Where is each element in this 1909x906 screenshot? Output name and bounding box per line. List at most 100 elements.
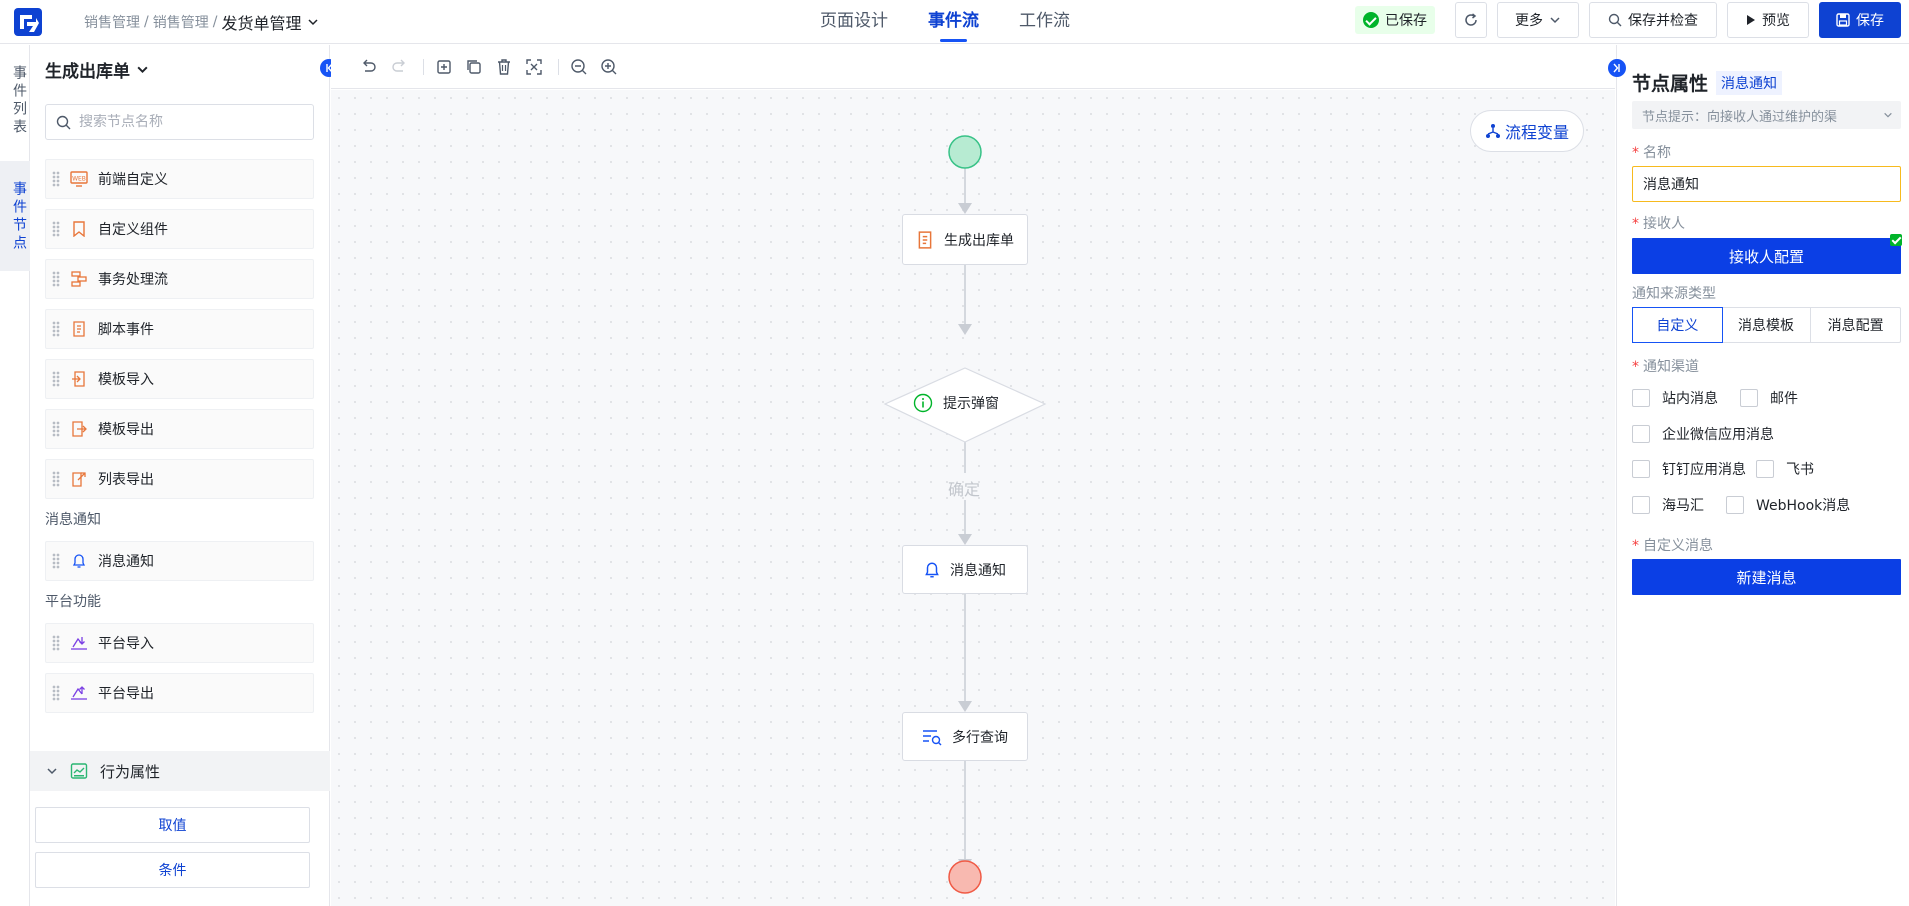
drag-handle-icon[interactable] bbox=[52, 321, 60, 337]
vtab-event-list[interactable]: 事件列表 bbox=[0, 45, 30, 155]
edge-label-confirm[interactable]: 确定 bbox=[948, 476, 980, 500]
undo-icon[interactable] bbox=[359, 57, 379, 77]
chevron-down-icon[interactable] bbox=[307, 16, 319, 28]
node-item-platform-export[interactable]: 平台导出 bbox=[45, 673, 314, 713]
source-type-custom[interactable]: 自定义 bbox=[1632, 307, 1723, 343]
add-node-icon[interactable] bbox=[434, 57, 454, 77]
node-search[interactable] bbox=[45, 104, 314, 140]
breadcrumb-item[interactable]: 销售管理 bbox=[84, 12, 140, 32]
flow-node-generate-outbound[interactable]: 生成出库单 bbox=[902, 214, 1028, 265]
flow-node-message-notify[interactable]: 消息通知 bbox=[902, 545, 1028, 594]
end-node[interactable] bbox=[948, 860, 982, 894]
condition-button[interactable]: 条件 bbox=[35, 852, 310, 888]
breadcrumb-item[interactable]: 销售管理 bbox=[153, 12, 209, 32]
event-selector[interactable]: 生成出库单 bbox=[45, 57, 149, 82]
node-item-custom-component[interactable]: 自定义组件 bbox=[45, 209, 314, 249]
checkbox-email[interactable] bbox=[1740, 389, 1758, 407]
saved-status-badge: 已保存 bbox=[1355, 6, 1435, 34]
chevron-down-icon bbox=[137, 66, 148, 74]
checkbox-haimahui[interactable] bbox=[1632, 496, 1650, 514]
refresh-icon bbox=[1465, 13, 1477, 26]
flow-canvas[interactable]: 流程变量 生成出库单 提示弹窗 确定 消息通知 多行查询 bbox=[331, 90, 1615, 906]
vtab-event-nodes[interactable]: 事件节点 bbox=[0, 161, 30, 271]
save-icon bbox=[1836, 13, 1850, 27]
node-search-input[interactable] bbox=[79, 114, 299, 130]
delete-icon[interactable] bbox=[494, 57, 514, 77]
drag-handle-icon[interactable] bbox=[52, 553, 60, 569]
name-input[interactable] bbox=[1632, 166, 1901, 202]
new-message-button[interactable]: 新建消息 bbox=[1632, 559, 1901, 595]
saved-status-label: 已保存 bbox=[1385, 13, 1427, 29]
fit-view-icon[interactable] bbox=[524, 57, 544, 77]
breadcrumb-current[interactable]: 发货单管理 bbox=[221, 10, 301, 34]
checkbox-dingtalk[interactable] bbox=[1632, 460, 1650, 478]
source-type-template[interactable]: 消息模板 bbox=[1722, 308, 1812, 342]
tab-page-design[interactable]: 页面设计 bbox=[820, 0, 888, 44]
node-item-template-import[interactable]: 模板导入 bbox=[45, 359, 314, 399]
node-item-frontend-custom[interactable]: WEB 前端自定义 bbox=[45, 159, 314, 199]
flow-node-label: 消息通知 bbox=[950, 562, 1006, 579]
bell-icon bbox=[70, 552, 88, 570]
custom-message-field-label: * 自定义消息 bbox=[1632, 535, 1713, 555]
tab-event-flow[interactable]: 事件流 bbox=[928, 0, 979, 44]
node-item-template-export[interactable]: 模板导出 bbox=[45, 409, 314, 449]
drag-handle-icon[interactable] bbox=[52, 371, 60, 387]
drag-handle-icon[interactable] bbox=[52, 171, 60, 187]
preview-button[interactable]: 预览 bbox=[1727, 2, 1809, 38]
save-button[interactable]: 保存 bbox=[1819, 2, 1901, 38]
drag-handle-icon[interactable] bbox=[52, 271, 60, 287]
checkbox-wecom[interactable] bbox=[1632, 425, 1650, 443]
node-item-label: 自定义组件 bbox=[98, 222, 168, 238]
checkbox-label: WebHook消息 bbox=[1756, 498, 1851, 514]
drag-handle-icon[interactable] bbox=[52, 221, 60, 237]
drag-handle-icon[interactable] bbox=[52, 471, 60, 487]
drag-handle-icon[interactable] bbox=[52, 421, 60, 437]
drag-handle-icon[interactable] bbox=[52, 635, 60, 651]
channel-row: 海马汇 WebHook消息 bbox=[1632, 495, 1850, 515]
zoom-out-icon[interactable] bbox=[569, 57, 589, 77]
node-item-list-export[interactable]: 列表导出 bbox=[45, 459, 314, 499]
node-hint-select[interactable]: 节点提示：向接收人通过维护的渠 bbox=[1632, 101, 1901, 129]
start-node[interactable] bbox=[948, 135, 982, 169]
node-list: WEB 前端自定义 自定义组件 事务处理流 脚本事件 模板导入 模板导出 列表导… bbox=[45, 159, 314, 723]
save-and-check-button[interactable]: 保存并检查 bbox=[1589, 2, 1717, 38]
receiver-config-button[interactable]: 接收人配置 bbox=[1632, 238, 1901, 274]
zoom-in-icon[interactable] bbox=[599, 57, 619, 77]
checkbox-webhook[interactable] bbox=[1726, 496, 1744, 514]
flow-node-prompt-dialog[interactable]: 提示弹窗 bbox=[913, 393, 999, 413]
edge-arrow bbox=[958, 534, 972, 545]
info-icon bbox=[913, 393, 933, 413]
app-logo[interactable] bbox=[12, 6, 44, 38]
node-item-label: 模板导出 bbox=[98, 422, 154, 438]
node-item-script-event[interactable]: 脚本事件 bbox=[45, 309, 314, 349]
node-item-transaction-flow[interactable]: 事务处理流 bbox=[45, 259, 314, 299]
transaction-flow-icon bbox=[70, 270, 88, 288]
node-item-label: 前端自定义 bbox=[98, 172, 168, 188]
source-type-config[interactable]: 消息配置 bbox=[1811, 308, 1900, 342]
checkbox-site-message[interactable] bbox=[1632, 389, 1650, 407]
node-hint-text: 节点提示：向接收人通过维护的渠 bbox=[1642, 109, 1838, 125]
node-item-message-notify[interactable]: 消息通知 bbox=[45, 541, 314, 581]
required-mark: * bbox=[1632, 359, 1639, 375]
copy-icon[interactable] bbox=[464, 57, 484, 77]
flow-node-label: 多行查询 bbox=[952, 729, 1008, 746]
flow-variables-button[interactable]: 流程变量 bbox=[1470, 110, 1585, 152]
redo-icon[interactable] bbox=[389, 57, 409, 77]
refresh-button[interactable] bbox=[1455, 2, 1487, 38]
get-value-button[interactable]: 取值 bbox=[35, 807, 310, 843]
node-item-platform-import[interactable]: 平台导入 bbox=[45, 623, 314, 663]
source-type-segmented: 自定义 消息模板 消息配置 bbox=[1632, 307, 1901, 343]
checkbox-feishu[interactable] bbox=[1756, 460, 1774, 478]
channel-label-text: 通知渠道 bbox=[1643, 359, 1699, 375]
collapse-right-panel-button[interactable] bbox=[1608, 59, 1626, 77]
checkbox-label: 飞书 bbox=[1786, 462, 1814, 478]
drag-handle-icon[interactable] bbox=[52, 685, 60, 701]
chevron-down-icon bbox=[47, 768, 57, 775]
tab-workflow[interactable]: 工作流 bbox=[1019, 0, 1070, 44]
search-icon bbox=[56, 115, 71, 129]
checkbox-label: 海马汇 bbox=[1662, 498, 1704, 514]
behavior-properties-header[interactable]: 行为属性 bbox=[30, 751, 330, 791]
configured-check-icon bbox=[1890, 234, 1902, 246]
flow-node-multi-row-query[interactable]: 多行查询 bbox=[902, 712, 1028, 761]
more-button[interactable]: 更多 bbox=[1497, 2, 1579, 38]
